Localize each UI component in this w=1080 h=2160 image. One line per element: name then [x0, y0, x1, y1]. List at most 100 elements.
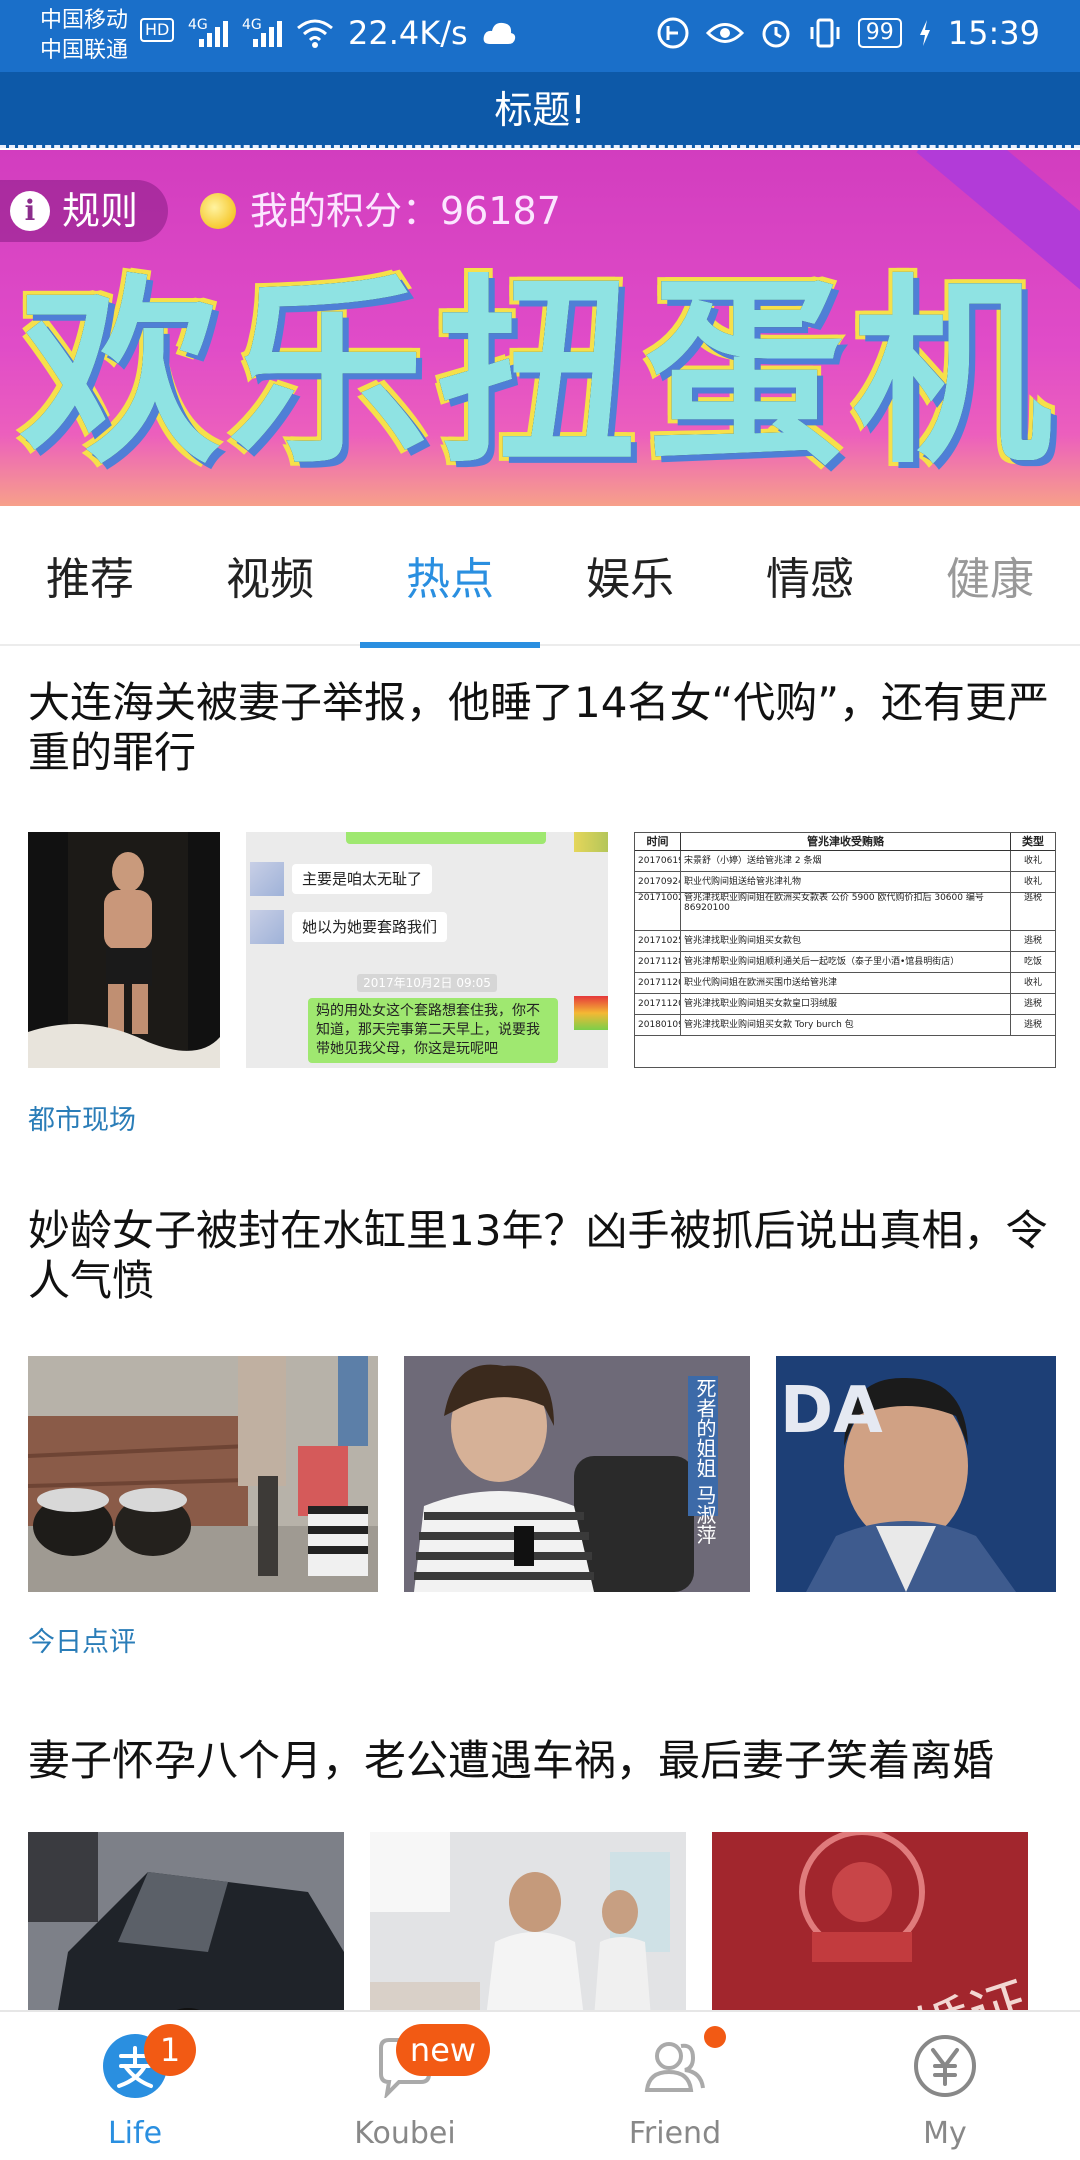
- table-cell: 管兆津找职业购间姐在欧洲买女款表 公价 5900 欧代购价扣后 30600 编号…: [681, 893, 1011, 930]
- news-item[interactable]: 妙龄女子被封在水缸里13年？凶手被抓后说出真相，令人气愤 死者的姐姐 马淑萍 D…: [0, 1166, 1080, 1686]
- carrier-block: 中国移动 中国联通: [40, 6, 128, 66]
- notification-badge: 1: [144, 2024, 196, 2076]
- article-thumbnail[interactable]: [28, 1356, 378, 1592]
- nav-koubei[interactable]: new Koubei: [270, 2012, 540, 2160]
- alarm-icon: [760, 17, 792, 49]
- table-cell: 收礼: [1023, 856, 1042, 866]
- nav-label: Life: [107, 2116, 163, 2151]
- tab-health[interactable]: 健康: [900, 506, 1080, 646]
- tab-entertainment[interactable]: 娱乐: [540, 506, 720, 646]
- signal-icon: 4G: [188, 17, 228, 49]
- rules-button[interactable]: i 规则: [0, 180, 169, 242]
- table-row: 20171128 管兆津帮职业购间姐顺利通关后一起吃饭（泰子里小酒•馆县明街店） 吃…: [635, 952, 1055, 973]
- table-cell: 逃税: [1023, 1020, 1042, 1030]
- news-item[interactable]: 妻子怀孕八个月，老公遭遇车祸，最后妻子笑着离婚: [0, 1686, 1080, 2010]
- table-cell: 20171128: [635, 952, 681, 972]
- table-header-cell: 管兆津收受贿赂: [681, 833, 1011, 850]
- rules-label: 规则: [62, 189, 139, 233]
- eye-icon: [705, 20, 744, 46]
- nav-label: Koubei: [354, 2116, 456, 2151]
- tab-emotion[interactable]: 情感: [720, 506, 900, 646]
- promo-banner[interactable]: i 规则 我的积分：96187 欢乐扭蛋机: [0, 150, 1080, 506]
- caption-overlay: 死者的姐姐 马淑萍: [693, 1378, 717, 1545]
- table-cell: 管兆津找职业购间姐买女款 Tory burch 包: [681, 1015, 1011, 1035]
- table-cell: 20170924: [635, 872, 681, 892]
- chat-message: 主要是咱太无耻了: [292, 864, 433, 894]
- table-document-thumbnail[interactable]: 时间 管兆津收受贿赂 类型 20170619 宋景舒（小婷）送给管兆津 2 条烟收…: [634, 832, 1056, 1068]
- info-icon: i: [10, 191, 50, 231]
- news-item[interactable]: 大连海关被妻子举报，他睡了14名女“代购”，还有更严重的罪行 主要是咱太无耻了 …: [0, 646, 1080, 1166]
- article-thumbnail[interactable]: DA: [776, 1356, 1056, 1592]
- article-title[interactable]: 大连海关被妻子举报，他睡了14名女“代购”，还有更严重的罪行: [28, 678, 1058, 778]
- table-cell: 逃税: [1023, 936, 1042, 946]
- coin-icon: [200, 193, 236, 229]
- table-row: 20171120 职业代购间姐在欧洲买围巾送给管兆津 收礼: [635, 973, 1055, 994]
- tab-recommend[interactable]: 推荐: [0, 506, 180, 646]
- points-label: 我的积分：96187: [250, 189, 561, 233]
- table-cell: 20171002: [635, 893, 681, 930]
- article-thumbnail[interactable]: [28, 832, 220, 1068]
- table-row: 20171025 管兆津找职业购间姐买女款包 逃税: [635, 931, 1055, 952]
- wall-lettering: DA: [780, 1374, 883, 1448]
- source-label[interactable]: 都市现场: [28, 1098, 136, 1137]
- table-row: 20180109 管兆津找职业购间姐买女款 Tory burch 包 逃税: [635, 1015, 1055, 1036]
- table-header-cell: 类型: [1022, 835, 1044, 848]
- table-cell: 管兆津找职业购间姐买女款包: [681, 931, 1011, 951]
- article-thumbnail[interactable]: [370, 1832, 686, 2010]
- category-tabs: 推荐 视频 热点 娱乐 情感 健康: [0, 506, 1080, 648]
- article-thumbnail[interactable]: [28, 1832, 344, 2010]
- table-row: 20171120 管兆津找职业购间姐买女款皇口羽绒服 逃税: [635, 994, 1055, 1015]
- table-cell: 20171025: [635, 931, 681, 951]
- chat-timestamp: 2017年10月2日 09:05: [357, 974, 497, 992]
- nav-label: My: [923, 2116, 967, 2151]
- article-title[interactable]: 妻子怀孕八个月，老公遭遇车祸，最后妻子笑着离婚: [28, 1736, 1058, 1786]
- article-thumbnail[interactable]: 死者的姐姐 马淑萍: [404, 1356, 750, 1592]
- source-label[interactable]: 今日点评: [28, 1620, 136, 1659]
- wifi-icon: [296, 18, 334, 48]
- tab-video[interactable]: 视频: [180, 506, 360, 646]
- hd-icon: HD: [140, 18, 175, 46]
- bottom-nav: 1 Life new Koubei Friend My: [0, 2010, 1080, 2160]
- table-cell: 职业代购间姐在欧洲买围巾送给管兆津: [681, 973, 1011, 993]
- net-speed: 22.4K/s: [348, 14, 468, 52]
- table-cell: 宋景舒（小婷）送给管兆津 2 条烟: [681, 851, 1011, 871]
- table-cell: 逃税: [1023, 999, 1042, 1009]
- article-title[interactable]: 妙龄女子被封在水缸里13年？凶手被抓后说出真相，令人气愤: [28, 1206, 1058, 1306]
- table-cell: 收礼: [1023, 877, 1042, 887]
- yen-icon: [913, 2034, 977, 2098]
- charging-icon: [918, 19, 932, 47]
- signal-icon: 4G: [242, 17, 282, 49]
- table-body: 20170619 宋景舒（小婷）送给管兆津 2 条烟 收礼 20170924 职业代购间…: [635, 851, 1055, 1036]
- tab-hot[interactable]: 热点: [360, 506, 540, 648]
- table-cell: 20171120: [635, 973, 681, 993]
- table-cell: 20171120: [635, 994, 681, 1014]
- page-title: 标题!: [0, 72, 1080, 148]
- table-cell: 管兆津帮职业购间姐顺利通关后一起吃饭（泰子里小酒•馆县明街店）: [681, 952, 1011, 972]
- nav-my[interactable]: My: [810, 2012, 1080, 2160]
- nav-friend[interactable]: Friend: [540, 2012, 810, 2160]
- status-bar: 中国移动 中国联通 HD 4G 4G 22.4K/s 99 15:39: [0, 0, 1080, 72]
- nav-life[interactable]: 1 Life: [0, 2012, 270, 2160]
- table-cell: 逃税: [1023, 893, 1042, 903]
- new-badge: new: [396, 2024, 490, 2076]
- vibrate-icon: [808, 17, 842, 49]
- chat-reply: 妈的用处女这个套路想套住我，你不知道，那天完事第二天早上，说要我带她见我父母，你…: [308, 998, 558, 1063]
- banner-headline: 欢乐扭蛋机: [19, 258, 1060, 491]
- chat-screenshot-thumbnail[interactable]: 主要是咱太无耻了 她以为她要套路我们 2017年10月2日 09:05 妈的用处…: [246, 832, 608, 1068]
- points-display: 我的积分：96187: [200, 180, 561, 242]
- table-row: 20170619 宋景舒（小婷）送给管兆津 2 条烟 收礼: [635, 851, 1055, 872]
- clock: 15:39: [947, 14, 1040, 52]
- table-cell: 20170619: [635, 851, 681, 871]
- friend-icon: [643, 2034, 707, 2098]
- carrier-primary: 中国移动: [40, 8, 129, 33]
- article-thumbnail[interactable]: 婚证: [712, 1832, 1028, 2010]
- battery-level: 99: [857, 18, 902, 48]
- sync-icon: [656, 16, 690, 50]
- chat-message: 她以为她要套路我们: [292, 912, 448, 942]
- table-cell: 收礼: [1023, 978, 1042, 988]
- notification-dot: [704, 2026, 726, 2048]
- table-cell: 20180109: [635, 1015, 681, 1035]
- table-row: 20171002 管兆津找职业购间姐在欧洲买女款表 公价 5900 欧代购价扣后 …: [635, 893, 1055, 931]
- table-row: 20170924 职业代购间姐送给管兆津礼物 收礼: [635, 872, 1055, 893]
- table-cell: 吃饭: [1023, 957, 1042, 967]
